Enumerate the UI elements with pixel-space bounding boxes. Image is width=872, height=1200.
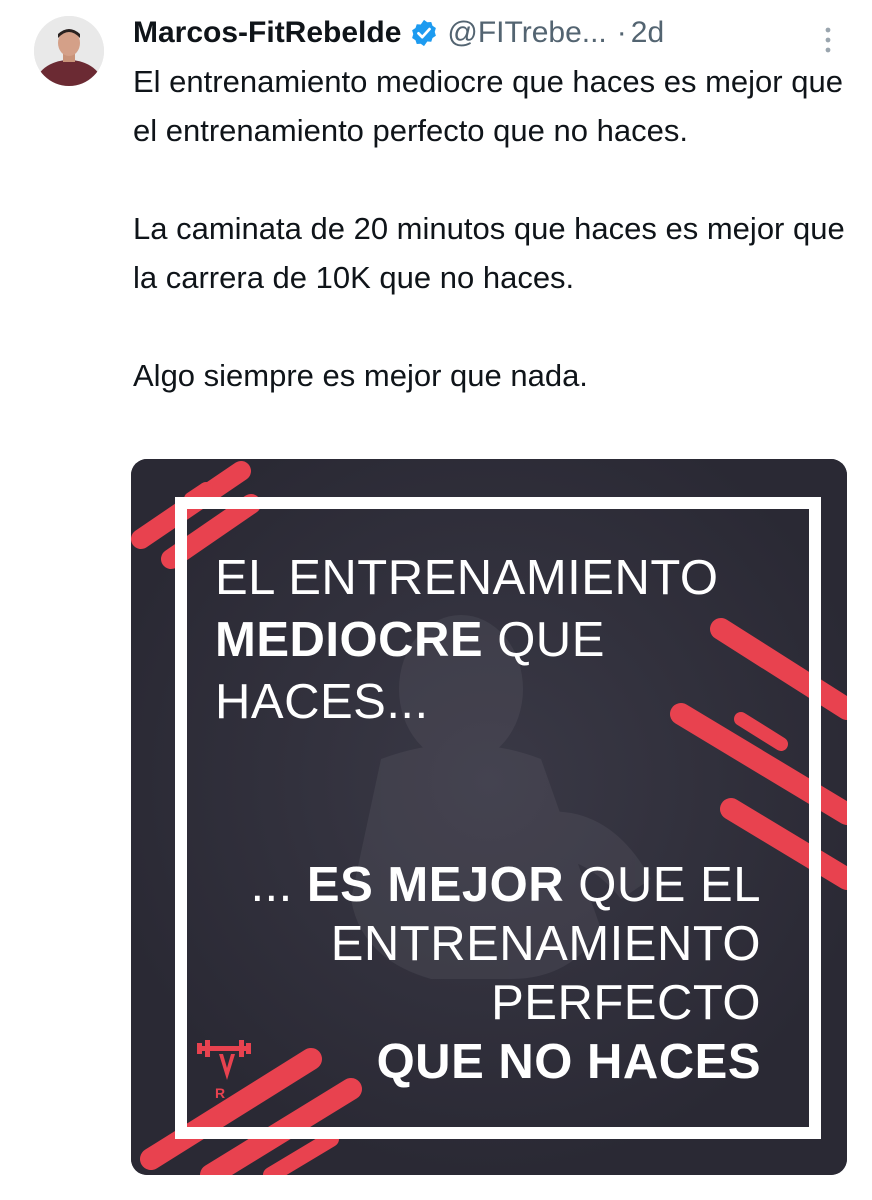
tweet-paragraph: Algo siempre es mejor que nada. [133,358,588,393]
separator-dot: · [616,16,627,49]
tweet-paragraph: La caminata de 20 minutos que haces es m… [133,211,845,295]
image-text: ... [250,858,307,912]
image-text-line: HACES... [215,675,429,729]
image-text-bold: MEDIOCRE [215,613,484,667]
author-handle[interactable]: @FITrebe... [447,16,606,50]
image-text-line: ENTRENAMIENTO [330,917,761,971]
timestamp[interactable]: 2d [631,16,664,50]
verified-badge-icon [412,19,437,47]
image-quote-bottom: ... ES MEJOR QUE EL ENTRENAMIENTO PERFEC… [227,856,761,1092]
more-options-icon[interactable] [818,22,838,58]
image-text-bold: QUE NO HACES [376,1035,761,1089]
author-display-name[interactable]: Marcos-FitRebelde [133,16,401,50]
tweet-paragraph: El entrenamiento mediocre que haces es m… [133,64,843,148]
image-text-line: PERFECTO [491,976,761,1030]
svg-text:R: R [215,1085,225,1101]
image-text-line: ... ES MEJOR QUE EL [227,856,761,915]
image-text-line: EL ENTRENAMIENTO [215,551,719,605]
tweet-text: El entrenamiento mediocre que haces es m… [133,57,848,400]
image-text-line: MEDIOCRE QUE [215,609,775,671]
avatar[interactable] [34,16,104,86]
tweet-image[interactable]: EL ENTRENAMIENTO MEDIOCRE QUE HACES... .… [131,459,847,1175]
image-text: QUE EL [564,858,761,912]
image-text: QUE [483,613,605,667]
tweet-header: Marcos-FitRebelde @FITrebe... · 2d [133,10,843,56]
avatar-photo [34,16,104,86]
image-text-bold: ES MEJOR [306,858,565,912]
image-quote-top: EL ENTRENAMIENTO MEDIOCRE QUE HACES... [215,547,775,733]
fitrebelde-logo: R [197,1040,251,1101]
